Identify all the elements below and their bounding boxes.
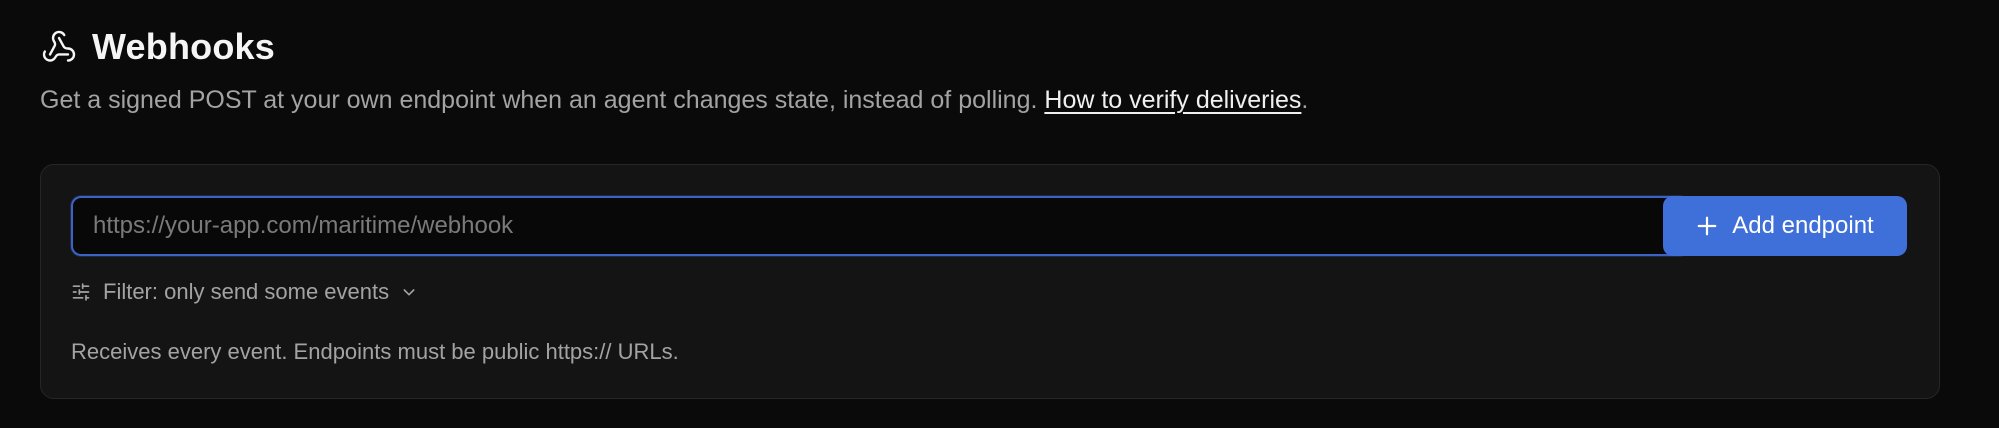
verify-deliveries-link[interactable]: How to verify deliveries [1044, 86, 1301, 114]
endpoint-hint: Receives every event. Endpoints must be … [71, 339, 679, 364]
filter-events-toggle[interactable]: Filter: only send some events [71, 279, 417, 305]
page-description: Get a signed POST at your own endpoint w… [40, 86, 1308, 115]
filter-label: Filter: only send some events [103, 279, 390, 304]
chevron-down-icon [401, 284, 417, 300]
webhooks-page: Webhooks Get a signed POST at your own e… [0, 0, 1999, 428]
sliders-icon [71, 282, 91, 302]
page-header: Webhooks [40, 26, 275, 68]
add-endpoint-label: Add endpoint [1732, 212, 1874, 239]
endpoint-url-input[interactable] [71, 196, 1690, 256]
webhook-icon [40, 28, 78, 66]
add-endpoint-card: Add endpoint Filter: only send some even… [40, 164, 1940, 399]
add-endpoint-button[interactable]: Add endpoint [1663, 196, 1907, 256]
description-text: Get a signed POST at your own endpoint w… [40, 86, 1038, 114]
plus-icon [1696, 215, 1718, 237]
page-title: Webhooks [92, 26, 275, 67]
description-suffix: . [1301, 86, 1309, 114]
